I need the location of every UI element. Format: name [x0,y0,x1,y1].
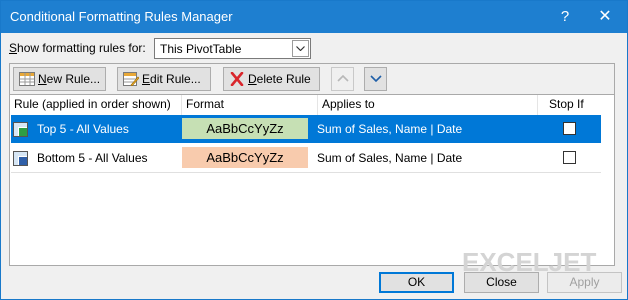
pivot-rule-icon [13,151,28,166]
rule-row[interactable]: Top 5 - All Values AaBbCcYyZz Sum of Sal… [11,115,601,143]
stop-if-true-checkbox[interactable] [563,122,576,135]
new-rule-label: New Rule... [38,72,100,86]
new-rule-accel: N [38,72,47,86]
edit-rule-accel: E [142,72,151,86]
rule-row[interactable]: Bottom 5 - All Values AaBbCcYyZz Sum of … [11,144,601,172]
stop-if-true-checkbox[interactable] [563,151,576,164]
rules-list[interactable]: Rule (applied in order shown) Format App… [9,95,615,266]
help-icon[interactable]: ? [549,1,581,33]
show-rules-label: Show formatting rules for: [9,41,146,55]
show-rules-dropdown[interactable]: This PivotTable [154,38,311,59]
edit-rule-label: Edit Rule... [142,72,201,86]
move-down-button[interactable] [364,67,387,91]
applies-to[interactable]: Sum of Sales, Name | Date [317,151,462,165]
close-button[interactable]: Close [464,272,539,293]
rule-name: Bottom 5 - All Values [37,151,148,165]
ok-button[interactable]: OK [379,272,454,293]
rules-manager-dialog: Conditional Formatting Rules Manager ? ✕… [0,0,628,300]
move-up-button[interactable] [331,67,354,91]
delete-rule-label: Delete Rule [248,72,311,86]
show-rules-accel: S [9,41,18,55]
format-preview: AaBbCcYyZz [182,147,308,168]
rule-name: Top 5 - All Values [37,122,129,136]
delete-rule-text: elete Rule [256,72,311,86]
chevron-down-icon[interactable] [292,40,309,57]
close-icon[interactable]: ✕ [589,1,621,33]
row-divider [11,172,601,173]
rules-toolbar: New Rule... Edit Rule... Delete Rule [9,63,615,95]
new-rule-icon [19,72,35,86]
apply-button[interactable]: Apply [547,272,622,293]
edit-rule-button[interactable]: Edit Rule... [117,67,211,91]
delete-x-icon [230,72,244,86]
delete-rule-button[interactable]: Delete Rule [223,67,320,91]
new-rule-button[interactable]: New Rule... [13,67,106,91]
pivot-rule-icon [13,122,28,137]
new-rule-text: ew Rule... [46,72,101,86]
show-rules-label-text: how formatting rules for: [17,41,146,55]
delete-rule-accel: D [248,72,257,86]
edit-rule-text: dit Rule... [150,72,201,86]
title-bar[interactable]: Conditional Formatting Rules Manager ? ✕ [1,1,627,33]
format-preview: AaBbCcYyZz [182,118,308,139]
column-header-rule[interactable]: Rule (applied in order shown) [10,95,182,115]
show-rules-value: This PivotTable [160,42,242,56]
dialog-title: Conditional Formatting Rules Manager [10,9,233,24]
column-header-stop-if-true[interactable]: Stop If True [538,95,608,129]
column-header-applies-to[interactable]: Applies to [318,95,538,115]
applies-to[interactable]: Sum of Sales, Name | Date [317,122,462,136]
edit-rule-icon [123,72,139,86]
column-header-format[interactable]: Format [182,95,318,115]
chevron-up-icon [337,75,349,82]
chevron-down-icon [370,75,382,82]
